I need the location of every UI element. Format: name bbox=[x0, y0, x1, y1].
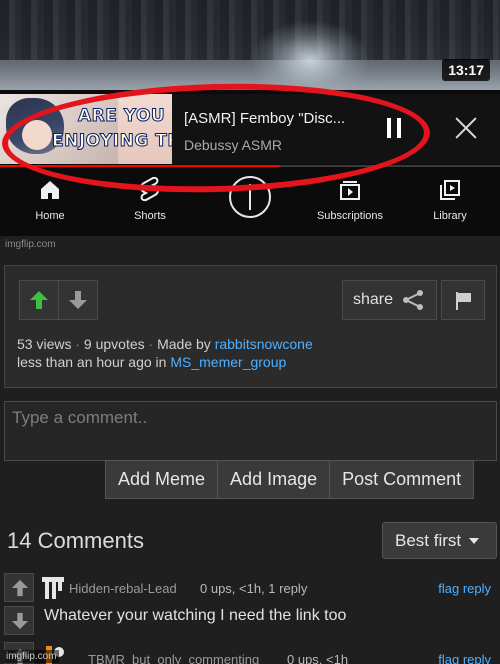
post-time-stream: less than an hour ago in MS_memer_group bbox=[17, 354, 286, 370]
arrow-up-icon bbox=[11, 579, 29, 597]
home-icon bbox=[41, 181, 59, 199]
library-icon bbox=[440, 180, 460, 200]
video-frame[interactable]: 13:17 bbox=[0, 0, 500, 90]
avatar[interactable] bbox=[40, 575, 66, 601]
nav-shorts-label: Shorts bbox=[134, 210, 166, 222]
sort-label: Best first bbox=[395, 530, 462, 550]
post-comment-button[interactable]: Post Comment bbox=[330, 460, 475, 499]
imgflip-footer-watermark: imgflip.com bbox=[4, 650, 59, 663]
post-stats: 53 views · 9 upvotes · Made by rabbitsno… bbox=[17, 336, 313, 352]
flag-button[interactable] bbox=[441, 280, 485, 320]
views-count: 53 views bbox=[17, 336, 72, 352]
comment-downvote-button[interactable] bbox=[4, 606, 34, 635]
sort-dropdown[interactable]: Best first bbox=[382, 522, 497, 559]
made-by-prefix: Made by bbox=[157, 336, 211, 352]
comment-meta: 0 ups, <1h bbox=[287, 652, 349, 664]
comment-item: Hidden-rebal-Lead 0 ups, <1h, 1 reply fl… bbox=[4, 573, 497, 635]
comment-form-buttons: Add Meme Add Image Post Comment bbox=[105, 460, 475, 499]
arrow-down-icon bbox=[69, 291, 87, 309]
imgflip-watermark: imgflip.com bbox=[5, 239, 56, 250]
nav-library[interactable]: Library bbox=[400, 172, 500, 222]
stream-link[interactable]: MS_memer_group bbox=[170, 354, 286, 370]
flag-link[interactable]: flag bbox=[438, 581, 459, 596]
reply-link[interactable]: reply bbox=[463, 581, 491, 596]
comment-text: Whatever your watching I need the link t… bbox=[44, 607, 347, 624]
share-icon bbox=[403, 290, 424, 310]
flag-link[interactable]: flag bbox=[438, 652, 459, 664]
close-icon[interactable] bbox=[452, 114, 480, 142]
comment-actions: flag reply bbox=[438, 652, 491, 664]
add-meme-button[interactable]: Add Meme bbox=[105, 460, 219, 499]
subscriptions-icon bbox=[340, 181, 360, 200]
downvote-button[interactable] bbox=[58, 280, 98, 320]
nav-subscriptions-label: Subscriptions bbox=[316, 210, 384, 222]
comment-author[interactable]: TBMR_but_only_commenting bbox=[88, 652, 259, 664]
arrow-down-icon bbox=[11, 612, 29, 630]
reply-link[interactable]: reply bbox=[463, 652, 491, 664]
stage-light bbox=[250, 20, 370, 90]
share-label: share bbox=[353, 291, 394, 308]
comment-actions: flag reply bbox=[438, 581, 491, 596]
time-prefix: less than an hour ago in bbox=[17, 354, 167, 370]
upvote-button[interactable] bbox=[19, 280, 59, 320]
arrow-up-icon bbox=[30, 291, 48, 309]
nav-home-label: Home bbox=[35, 210, 65, 222]
post-panel: share 53 views · 9 upvotes · Made by rab… bbox=[4, 265, 497, 388]
youtube-screenshot: 13:17 ARE YOU ENJOYING THIS? [ASMR] Femb… bbox=[0, 0, 500, 236]
upvotes-count: 9 upvotes bbox=[83, 336, 145, 352]
comment-author[interactable]: Hidden-rebal-Lead bbox=[69, 581, 177, 596]
comment-item: TBMR_but_only_commenting 0 ups, <1h flag… bbox=[4, 640, 497, 664]
flag-icon bbox=[456, 292, 471, 310]
comments-count: 14 Comments bbox=[7, 528, 144, 553]
chevron-down-icon bbox=[469, 537, 480, 544]
author-link[interactable]: rabbitsnowcone bbox=[215, 336, 313, 352]
share-button[interactable]: share bbox=[342, 280, 437, 320]
comment-meta: 0 ups, <1h, 1 reply bbox=[200, 581, 308, 596]
comment-input[interactable]: Type a comment.. bbox=[4, 401, 497, 461]
nav-library-label: Library bbox=[433, 210, 467, 222]
add-image-button[interactable]: Add Image bbox=[218, 460, 331, 499]
video-duration: 13:17 bbox=[442, 59, 490, 81]
comment-upvote-button[interactable] bbox=[4, 573, 34, 602]
